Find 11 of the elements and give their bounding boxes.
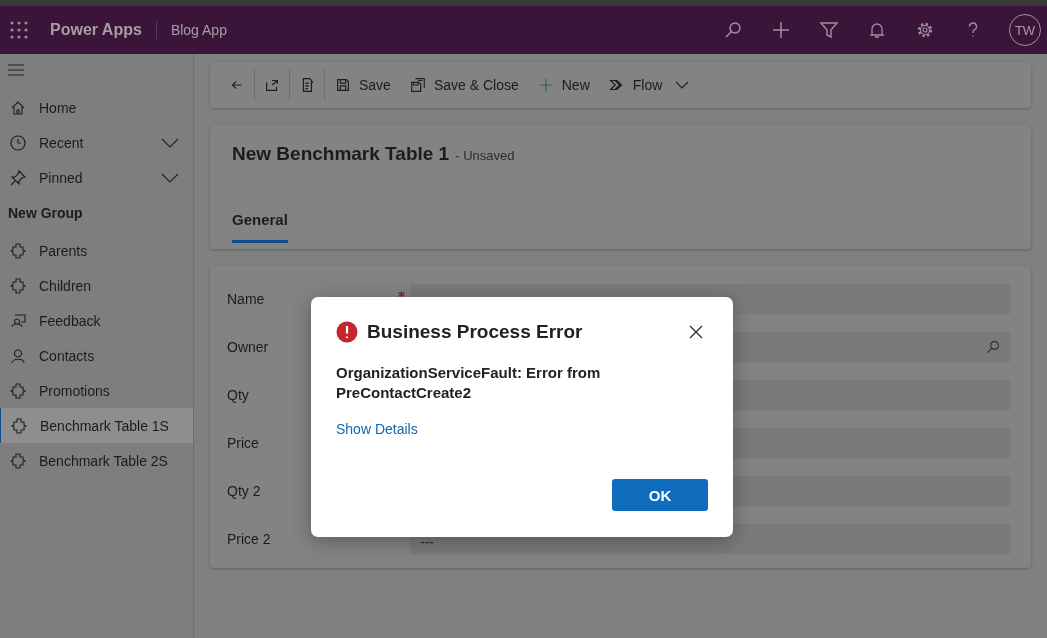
field-label: Price 2: [227, 531, 272, 547]
field-label: Price: [227, 435, 260, 451]
field-label: Qty 2: [227, 483, 262, 499]
field-label: Owner: [227, 339, 270, 355]
record-title: New Benchmark Table 1: [232, 143, 450, 165]
record-status: - Unsaved: [455, 148, 515, 163]
group-heading: New Group: [7, 204, 84, 223]
error-message: OrganizationServiceFault: Error from PreContactCreate2: [336, 363, 602, 403]
field-label: Name: [227, 291, 266, 307]
dialog-title: Business Process Error: [367, 321, 584, 343]
app-name: Blog App: [170, 22, 227, 38]
